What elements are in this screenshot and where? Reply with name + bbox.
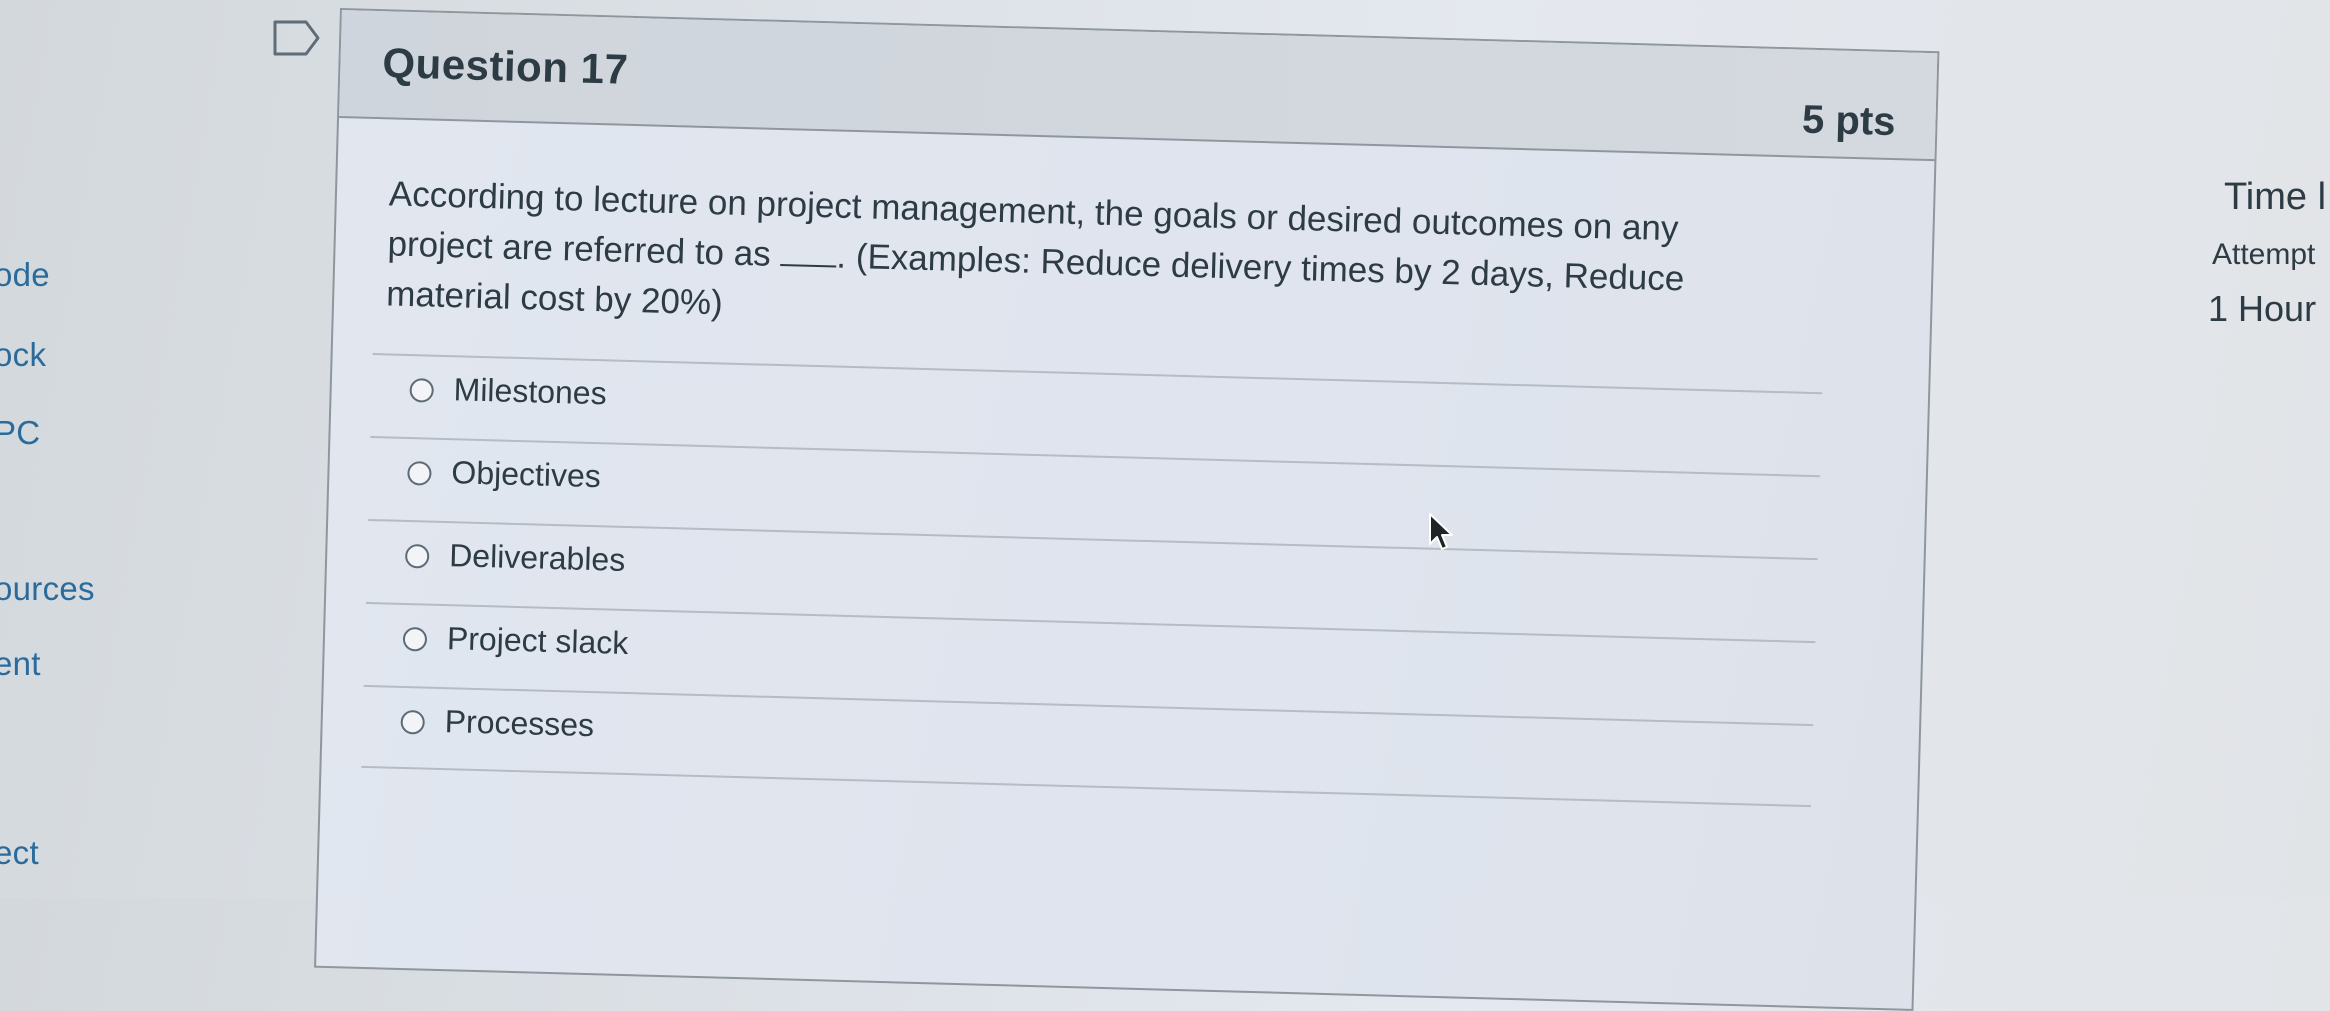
question-card: Question 17 5 pts According to lecture o… xyxy=(314,8,1940,1011)
nav-item-code[interactable]: ode xyxy=(0,256,50,294)
answer-list: Milestones Objectives Deliverables Proje… xyxy=(361,353,1823,808)
question-points: 5 pts xyxy=(1801,97,1897,145)
nav-item-project[interactable]: ect xyxy=(0,834,39,872)
radio-unselected-icon[interactable] xyxy=(407,460,432,486)
time-label: Time l xyxy=(2224,176,2327,218)
radio-unselected-icon[interactable] xyxy=(404,543,430,569)
question-header: Question 17 5 pts xyxy=(339,10,1938,162)
question-text: According to lecture on project manageme… xyxy=(386,169,1750,356)
answer-label[interactable]: Project slack xyxy=(446,620,629,662)
nav-item-resources[interactable]: ources xyxy=(0,570,95,608)
course-navigation: ode ock PC ources ent ect xyxy=(0,0,150,898)
fill-in-blank xyxy=(780,236,837,268)
nav-item-pc[interactable]: PC xyxy=(0,414,40,452)
nav-item-lock[interactable]: ock xyxy=(0,336,46,374)
radio-unselected-icon[interactable] xyxy=(400,709,426,735)
mouse-pointer-icon xyxy=(1429,513,1453,550)
bookmark-flag-icon[interactable] xyxy=(272,18,322,58)
nav-item-ent[interactable]: ent xyxy=(0,645,41,683)
question-title: Question 17 xyxy=(381,39,629,93)
answer-label[interactable]: Processes xyxy=(444,703,594,744)
timer-panel: Time l Attempt 1 Hour xyxy=(2180,170,2330,370)
answer-label[interactable]: Objectives xyxy=(451,454,601,495)
answer-label[interactable]: Milestones xyxy=(453,371,607,412)
attempt-label: Attempt xyxy=(2212,238,2316,271)
answer-label[interactable]: Deliverables xyxy=(449,537,626,579)
hours-value: 1 Hour xyxy=(2208,288,2317,329)
radio-unselected-icon[interactable] xyxy=(409,378,435,403)
radio-unselected-icon[interactable] xyxy=(402,626,428,652)
